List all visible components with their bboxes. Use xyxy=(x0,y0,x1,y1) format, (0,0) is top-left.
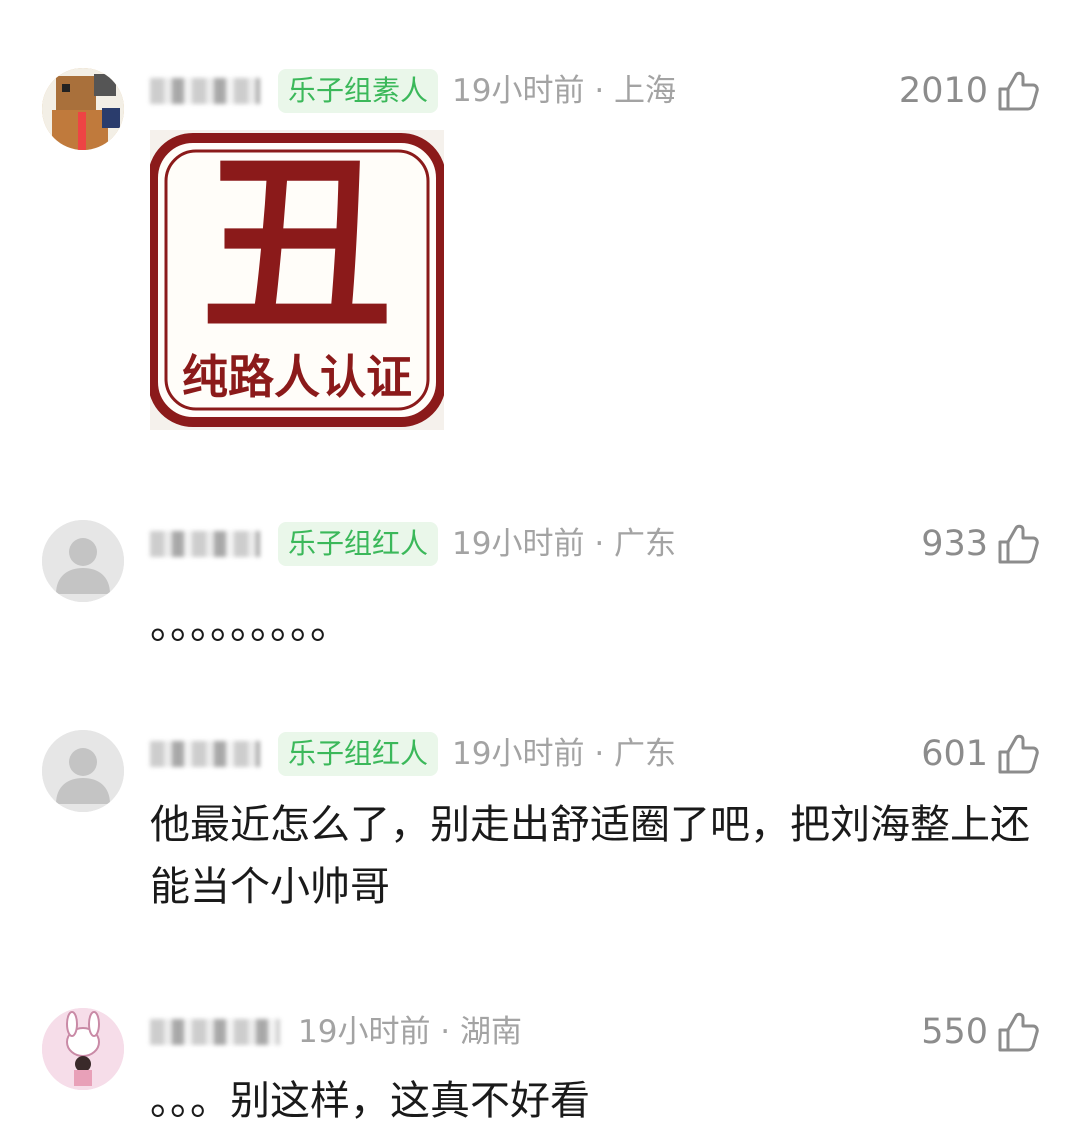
comment-meta: 乐子组红人 19小时前 · 广东 xyxy=(150,519,676,569)
username-blurred[interactable] xyxy=(150,741,260,767)
person-silhouette-icon xyxy=(42,730,124,812)
thumbs-up-icon xyxy=(998,71,1039,111)
like-count: 550 xyxy=(921,1012,988,1052)
thumbs-up-icon xyxy=(998,524,1039,564)
user-badge: 乐子组红人 xyxy=(278,522,439,566)
person-silhouette-icon xyxy=(42,520,124,602)
comment-text: 。。。别这样，这真不好看 xyxy=(150,1078,590,1124)
like-button[interactable]: 601 xyxy=(921,729,1040,779)
like-count: 601 xyxy=(921,734,988,774)
comment-text: 他最近怎么了，别走出舒适圈了吧，把刘海整上还能当个小帅哥 xyxy=(150,802,1030,910)
sticker-image[interactable]: 丑 纯路人认证 xyxy=(148,130,446,430)
username-blurred[interactable] xyxy=(150,531,260,557)
username-blurred[interactable] xyxy=(150,78,260,104)
comment-time-location: 19小时前 · 广东 xyxy=(452,526,677,562)
stamp-big-char: 丑 xyxy=(201,133,392,356)
avatar[interactable] xyxy=(42,520,124,602)
like-count: 2010 xyxy=(898,71,988,111)
cartoon-avatar-image xyxy=(42,1008,124,1090)
cartoon-avatar-image xyxy=(42,68,124,150)
thumbs-up-icon xyxy=(998,1012,1039,1052)
comment-meta: 19小时前 · 湖南 xyxy=(150,1007,522,1057)
avatar[interactable] xyxy=(42,1008,124,1090)
user-badge: 乐子组素人 xyxy=(278,69,439,113)
comment-time-location: 19小时前 · 上海 xyxy=(452,73,677,109)
like-button[interactable]: 550 xyxy=(921,1007,1040,1057)
like-button[interactable]: 933 xyxy=(921,519,1040,569)
thumbs-up-icon xyxy=(998,734,1039,774)
comment-meta: 乐子组红人 19小时前 · 广东 xyxy=(150,729,676,779)
user-badge: 乐子组红人 xyxy=(278,732,439,776)
like-button[interactable]: 2010 xyxy=(899,66,1040,116)
comment-time-location: 19小时前 · 广东 xyxy=(452,736,677,772)
username-blurred[interactable] xyxy=(150,1019,280,1045)
avatar[interactable] xyxy=(42,730,124,812)
comment-meta: 乐子组素人 19小时前 · 上海 xyxy=(150,66,676,116)
comment-text: 。。。。。。。。。 xyxy=(150,602,350,648)
avatar[interactable] xyxy=(42,68,124,150)
like-count: 933 xyxy=(921,524,988,564)
stamp-caption: 纯路人认证 xyxy=(182,350,412,404)
comment-time-location: 19小时前 · 湖南 xyxy=(298,1014,523,1050)
